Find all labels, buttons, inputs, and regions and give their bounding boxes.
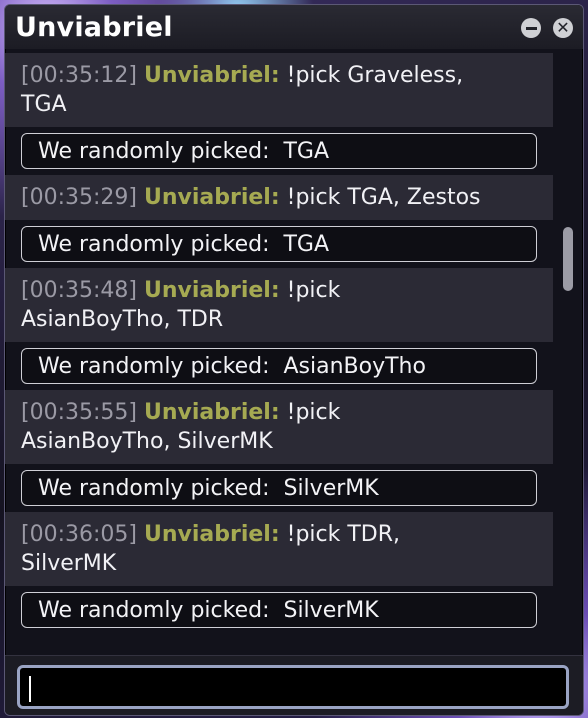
result-label: We randomly picked:: [38, 597, 270, 623]
title-bar[interactable]: Unviabriel ✕: [5, 5, 583, 49]
message-timestamp: [00:35:55]: [21, 400, 137, 425]
text-caret: [29, 676, 31, 702]
chat-message: [00:35:12] Unviabriel: !pick Graveless, …: [5, 53, 553, 127]
result-label: We randomly picked:: [38, 353, 270, 379]
bot-result-box: We randomly picked: SilverMK: [21, 592, 537, 628]
result-value: AsianBoyTho: [283, 353, 426, 379]
bot-result-box: We randomly picked: TGA: [21, 226, 537, 262]
message-text: !pick TDR,: [286, 522, 401, 547]
message-text: !pick: [286, 278, 341, 303]
result-value: TGA: [283, 231, 330, 257]
minimize-button[interactable]: [521, 18, 541, 38]
result-label: We randomly picked:: [38, 231, 270, 257]
result-label: We randomly picked:: [38, 138, 270, 164]
input-bar: [5, 655, 583, 715]
message-text-cont: AsianBoyTho, SilverMK: [21, 429, 273, 454]
message-text-cont: TGA: [21, 92, 67, 117]
message-text-cont: SilverMK: [21, 551, 117, 576]
bot-result-box: We randomly picked: SilverMK: [21, 470, 537, 506]
message-username[interactable]: Unviabriel:: [144, 185, 280, 210]
message-timestamp: [00:36:05]: [21, 522, 137, 547]
message-username[interactable]: Unviabriel:: [144, 522, 280, 547]
chat-message: [00:35:29] Unviabriel: !pick TGA, Zestos: [5, 175, 553, 220]
message-text: !pick Graveless,: [286, 63, 464, 88]
message-username[interactable]: Unviabriel:: [144, 278, 280, 303]
window-title: Unviabriel: [15, 11, 173, 43]
chat-log[interactable]: [00:35:12] Unviabriel: !pick Graveless, …: [5, 53, 553, 651]
message-text: !pick TGA, Zestos: [286, 185, 481, 210]
message-timestamp: [00:35:48]: [21, 278, 137, 303]
message-username[interactable]: Unviabriel:: [144, 63, 280, 88]
chat-message: [00:35:55] Unviabriel: !pick AsianBoyTho…: [5, 390, 553, 464]
result-value: SilverMK: [283, 597, 379, 623]
chat-input[interactable]: [17, 665, 569, 709]
chat-message: [00:36:05] Unviabriel: !pick TDR, Silver…: [5, 512, 553, 586]
message-timestamp: [00:35:12]: [21, 63, 137, 88]
result-value: SilverMK: [283, 475, 379, 501]
bot-result-box: We randomly picked: TGA: [21, 133, 537, 169]
close-icon: ✕: [556, 18, 570, 37]
chat-scrollbar-thumb[interactable]: [563, 227, 573, 291]
bot-result-box: We randomly picked: AsianBoyTho: [21, 348, 537, 384]
message-text-cont: AsianBoyTho, TDR: [21, 307, 224, 332]
chat-message: [00:35:48] Unviabriel: !pick AsianBoyTho…: [5, 268, 553, 342]
close-button[interactable]: ✕: [553, 18, 573, 38]
result-label: We randomly picked:: [38, 475, 270, 501]
chat-window: Unviabriel ✕ [00:35:12] Unviabriel: !pic…: [4, 4, 584, 716]
result-value: TGA: [283, 138, 330, 164]
minimize-icon: [525, 26, 537, 30]
message-timestamp: [00:35:29]: [21, 185, 137, 210]
message-text: !pick: [286, 400, 341, 425]
message-username[interactable]: Unviabriel:: [144, 400, 280, 425]
